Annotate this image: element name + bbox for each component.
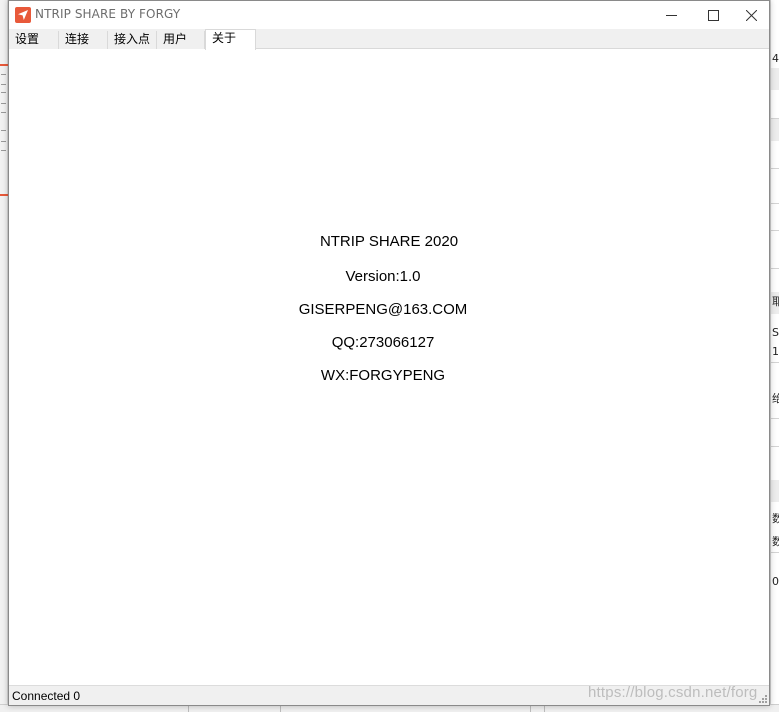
- email-text: GISERPENG@163.COM: [298, 301, 468, 318]
- connection-status: Connected 0: [12, 689, 81, 703]
- background-accent-mark: [0, 194, 8, 196]
- minimize-icon: [665, 14, 677, 16]
- tab-settings[interactable]: 设置: [9, 31, 59, 49]
- version-text: Version:1.0: [345, 268, 421, 285]
- background-glyph: 绐: [772, 393, 779, 405]
- background-glyph: S: [772, 327, 779, 339]
- tab-users[interactable]: 用户: [157, 31, 205, 49]
- about-panel: NTRIP SHARE 2020 Version:1.0 GISERPENG@1…: [9, 49, 769, 685]
- background-glyph: 数: [772, 513, 779, 525]
- app-window: NTRIP SHARE BY FORGY 设置 连接 接入点 用户 关于 NTR…: [8, 0, 770, 706]
- tab-strip: 设置 连接 接入点 用户 关于: [9, 29, 769, 50]
- wechat-text: WX:FORGYPENG: [320, 367, 446, 384]
- background-glyph: 耶: [772, 296, 779, 308]
- minimize-button[interactable]: [649, 1, 693, 29]
- window-title: NTRIP SHARE BY FORGY: [35, 7, 181, 21]
- close-icon: [745, 9, 757, 21]
- background-accent-mark: [0, 64, 8, 66]
- tab-connection[interactable]: 连接: [59, 31, 108, 49]
- background-window-right: 4 耶 S 1 绐 数 数 0: [770, 0, 779, 712]
- tab-mountpoints[interactable]: 接入点: [108, 31, 157, 49]
- resize-grip-icon[interactable]: [757, 693, 767, 703]
- background-glyph: 数: [772, 536, 779, 548]
- desktop: 4 耶 S 1 绐 数 数 0 NTRIP SHARE BY FORGY 设置 …: [0, 0, 779, 712]
- background-glyph: 1: [772, 346, 779, 358]
- maximize-icon: [707, 9, 719, 21]
- title-bar[interactable]: NTRIP SHARE BY FORGY: [9, 1, 769, 29]
- status-bar: Connected 0: [9, 685, 769, 705]
- background-window-left: [0, 0, 8, 712]
- close-button[interactable]: [733, 1, 769, 29]
- background-glyph: 4: [772, 53, 779, 65]
- location-arrow-icon: [15, 7, 31, 23]
- background-glyph: 0: [772, 576, 779, 588]
- qq-text: QQ:273066127: [331, 334, 435, 351]
- product-name: NTRIP SHARE 2020: [319, 233, 459, 250]
- tab-about[interactable]: 关于: [205, 29, 256, 50]
- maximize-button[interactable]: [691, 1, 735, 29]
